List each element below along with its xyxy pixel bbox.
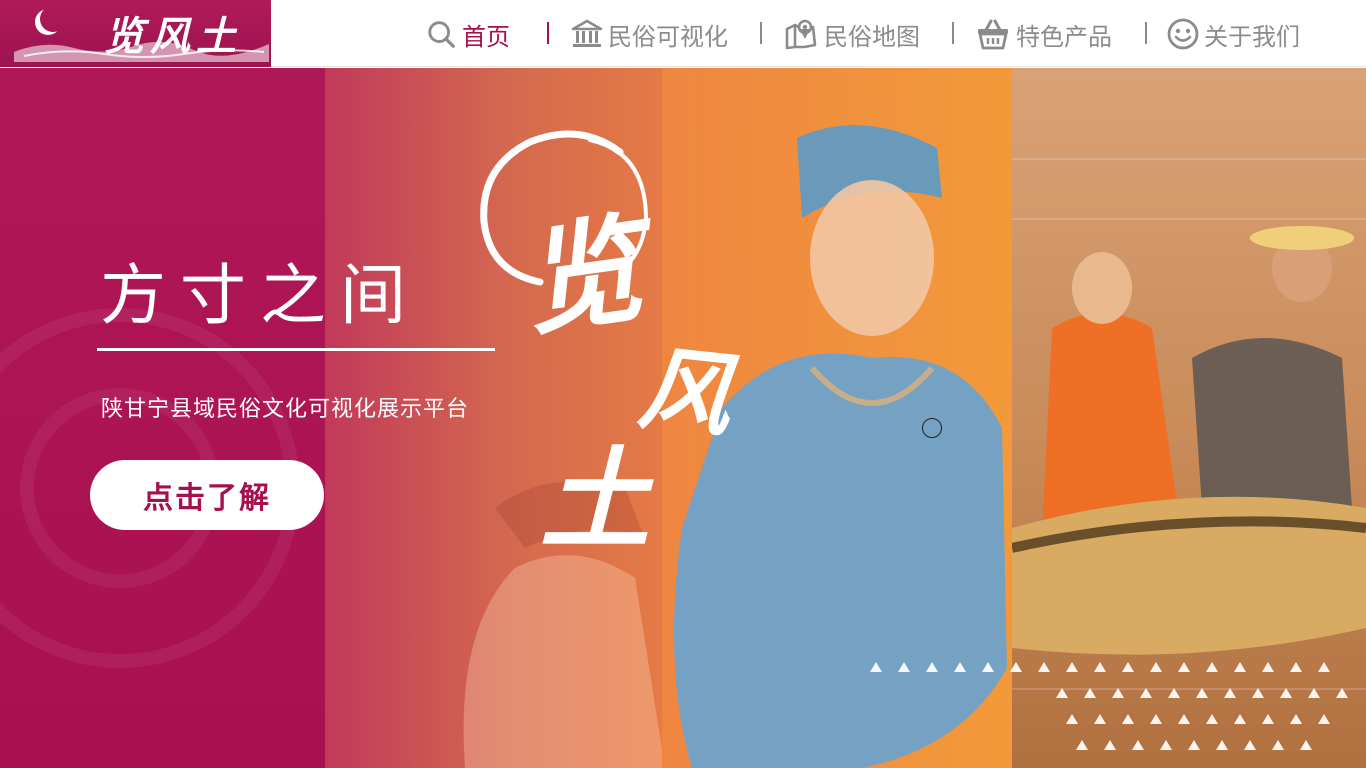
triangle-decoration xyxy=(1150,714,1162,724)
triangle-decoration xyxy=(870,662,882,672)
nav-item-folk-map[interactable]: 民俗地图 xyxy=(782,14,920,54)
nav-item-about-us[interactable]: 关于我们 xyxy=(1166,14,1300,54)
triangle-decoration xyxy=(1234,662,1246,672)
main-nav: 首页 民俗可视化 民俗地图 特色产品 关于我们 xyxy=(0,0,1366,67)
triangle-decoration xyxy=(1094,662,1106,672)
nav-divider xyxy=(952,22,954,44)
triangle-decoration xyxy=(1122,714,1134,724)
triangle-decoration xyxy=(1206,714,1218,724)
nav-item-label: 民俗可视化 xyxy=(608,22,728,51)
nav-item-home[interactable]: 首页 xyxy=(426,14,510,54)
calligraphy-char-1: 览 xyxy=(514,198,651,353)
nav-divider xyxy=(547,22,549,44)
search-icon xyxy=(428,21,455,48)
triangle-decoration xyxy=(1066,714,1078,724)
triangle-decoration xyxy=(1290,714,1302,724)
top-header: 览风土 首页 民俗可视化 民俗地图 特色产品 关于我们 xyxy=(0,0,1366,67)
triangle-decoration xyxy=(1262,662,1274,672)
triangle-decoration xyxy=(1168,688,1180,698)
triangle-decoration xyxy=(926,662,938,672)
triangle-decoration xyxy=(954,662,966,672)
triangle-decoration xyxy=(1272,740,1284,750)
triangle-decoration xyxy=(1300,740,1312,750)
triangle-decoration xyxy=(1234,714,1246,724)
nav-item-label: 民俗地图 xyxy=(824,22,920,51)
triangle-decoration xyxy=(1262,714,1274,724)
triangle-decoration xyxy=(898,662,910,672)
hero-banner: 方寸之间 陕甘宁县域民俗文化可视化展示平台 点击了解 览 风 土 xyxy=(0,68,1366,768)
nav-item-label: 特色产品 xyxy=(1016,22,1112,51)
triangle-decoration xyxy=(1178,714,1190,724)
triangle-decoration xyxy=(1038,662,1050,672)
nav-item-label: 关于我们 xyxy=(1204,22,1300,51)
triangle-decoration xyxy=(1056,688,1068,698)
triangle-decoration xyxy=(1224,688,1236,698)
triangle-decoration xyxy=(1216,740,1228,750)
triangle-decoration xyxy=(982,662,994,672)
hero-subtitle: 陕甘宁县域民俗文化可视化展示平台 xyxy=(101,397,470,422)
triangle-decoration xyxy=(1178,662,1190,672)
triangle-decoration xyxy=(1150,662,1162,672)
triangle-decoration xyxy=(1112,688,1124,698)
nav-divider xyxy=(1145,22,1147,44)
museum-icon xyxy=(571,19,603,47)
triangle-decoration xyxy=(1188,740,1200,750)
triangle-pattern-decoration xyxy=(866,658,1366,768)
triangle-decoration xyxy=(1252,688,1264,698)
slogan-underline xyxy=(97,348,495,351)
triangle-decoration xyxy=(1066,662,1078,672)
triangle-decoration xyxy=(1010,662,1022,672)
nav-item-folk-visualization[interactable]: 民俗可视化 xyxy=(570,14,728,54)
map-pin-icon xyxy=(785,19,817,50)
triangle-decoration xyxy=(1094,714,1106,724)
triangle-decoration xyxy=(1244,740,1256,750)
triangle-decoration xyxy=(1318,662,1330,672)
triangle-decoration xyxy=(1290,662,1302,672)
triangle-decoration xyxy=(1308,688,1320,698)
triangle-decoration xyxy=(1132,740,1144,750)
triangle-decoration xyxy=(1104,740,1116,750)
nav-item-label: 首页 xyxy=(462,22,510,51)
learn-more-button[interactable]: 点击了解 xyxy=(90,460,324,530)
triangle-decoration xyxy=(1122,662,1134,672)
triangle-decoration xyxy=(1206,662,1218,672)
nav-item-specialty-products[interactable]: 特色产品 xyxy=(974,14,1112,54)
smiley-icon xyxy=(1167,18,1199,50)
basket-icon xyxy=(978,19,1008,50)
triangle-decoration xyxy=(1336,688,1348,698)
triangle-decoration xyxy=(1280,688,1292,698)
triangle-decoration xyxy=(1318,714,1330,724)
hero-slogan: 方寸之间 xyxy=(100,257,420,334)
triangle-decoration xyxy=(1084,688,1096,698)
triangle-decoration xyxy=(1160,740,1172,750)
triangle-decoration xyxy=(1196,688,1208,698)
mouse-cursor xyxy=(922,418,942,438)
triangle-decoration xyxy=(1076,740,1088,750)
triangle-decoration xyxy=(1140,688,1152,698)
calligraphy-char-3: 土 xyxy=(540,435,650,564)
nav-divider xyxy=(760,22,762,44)
